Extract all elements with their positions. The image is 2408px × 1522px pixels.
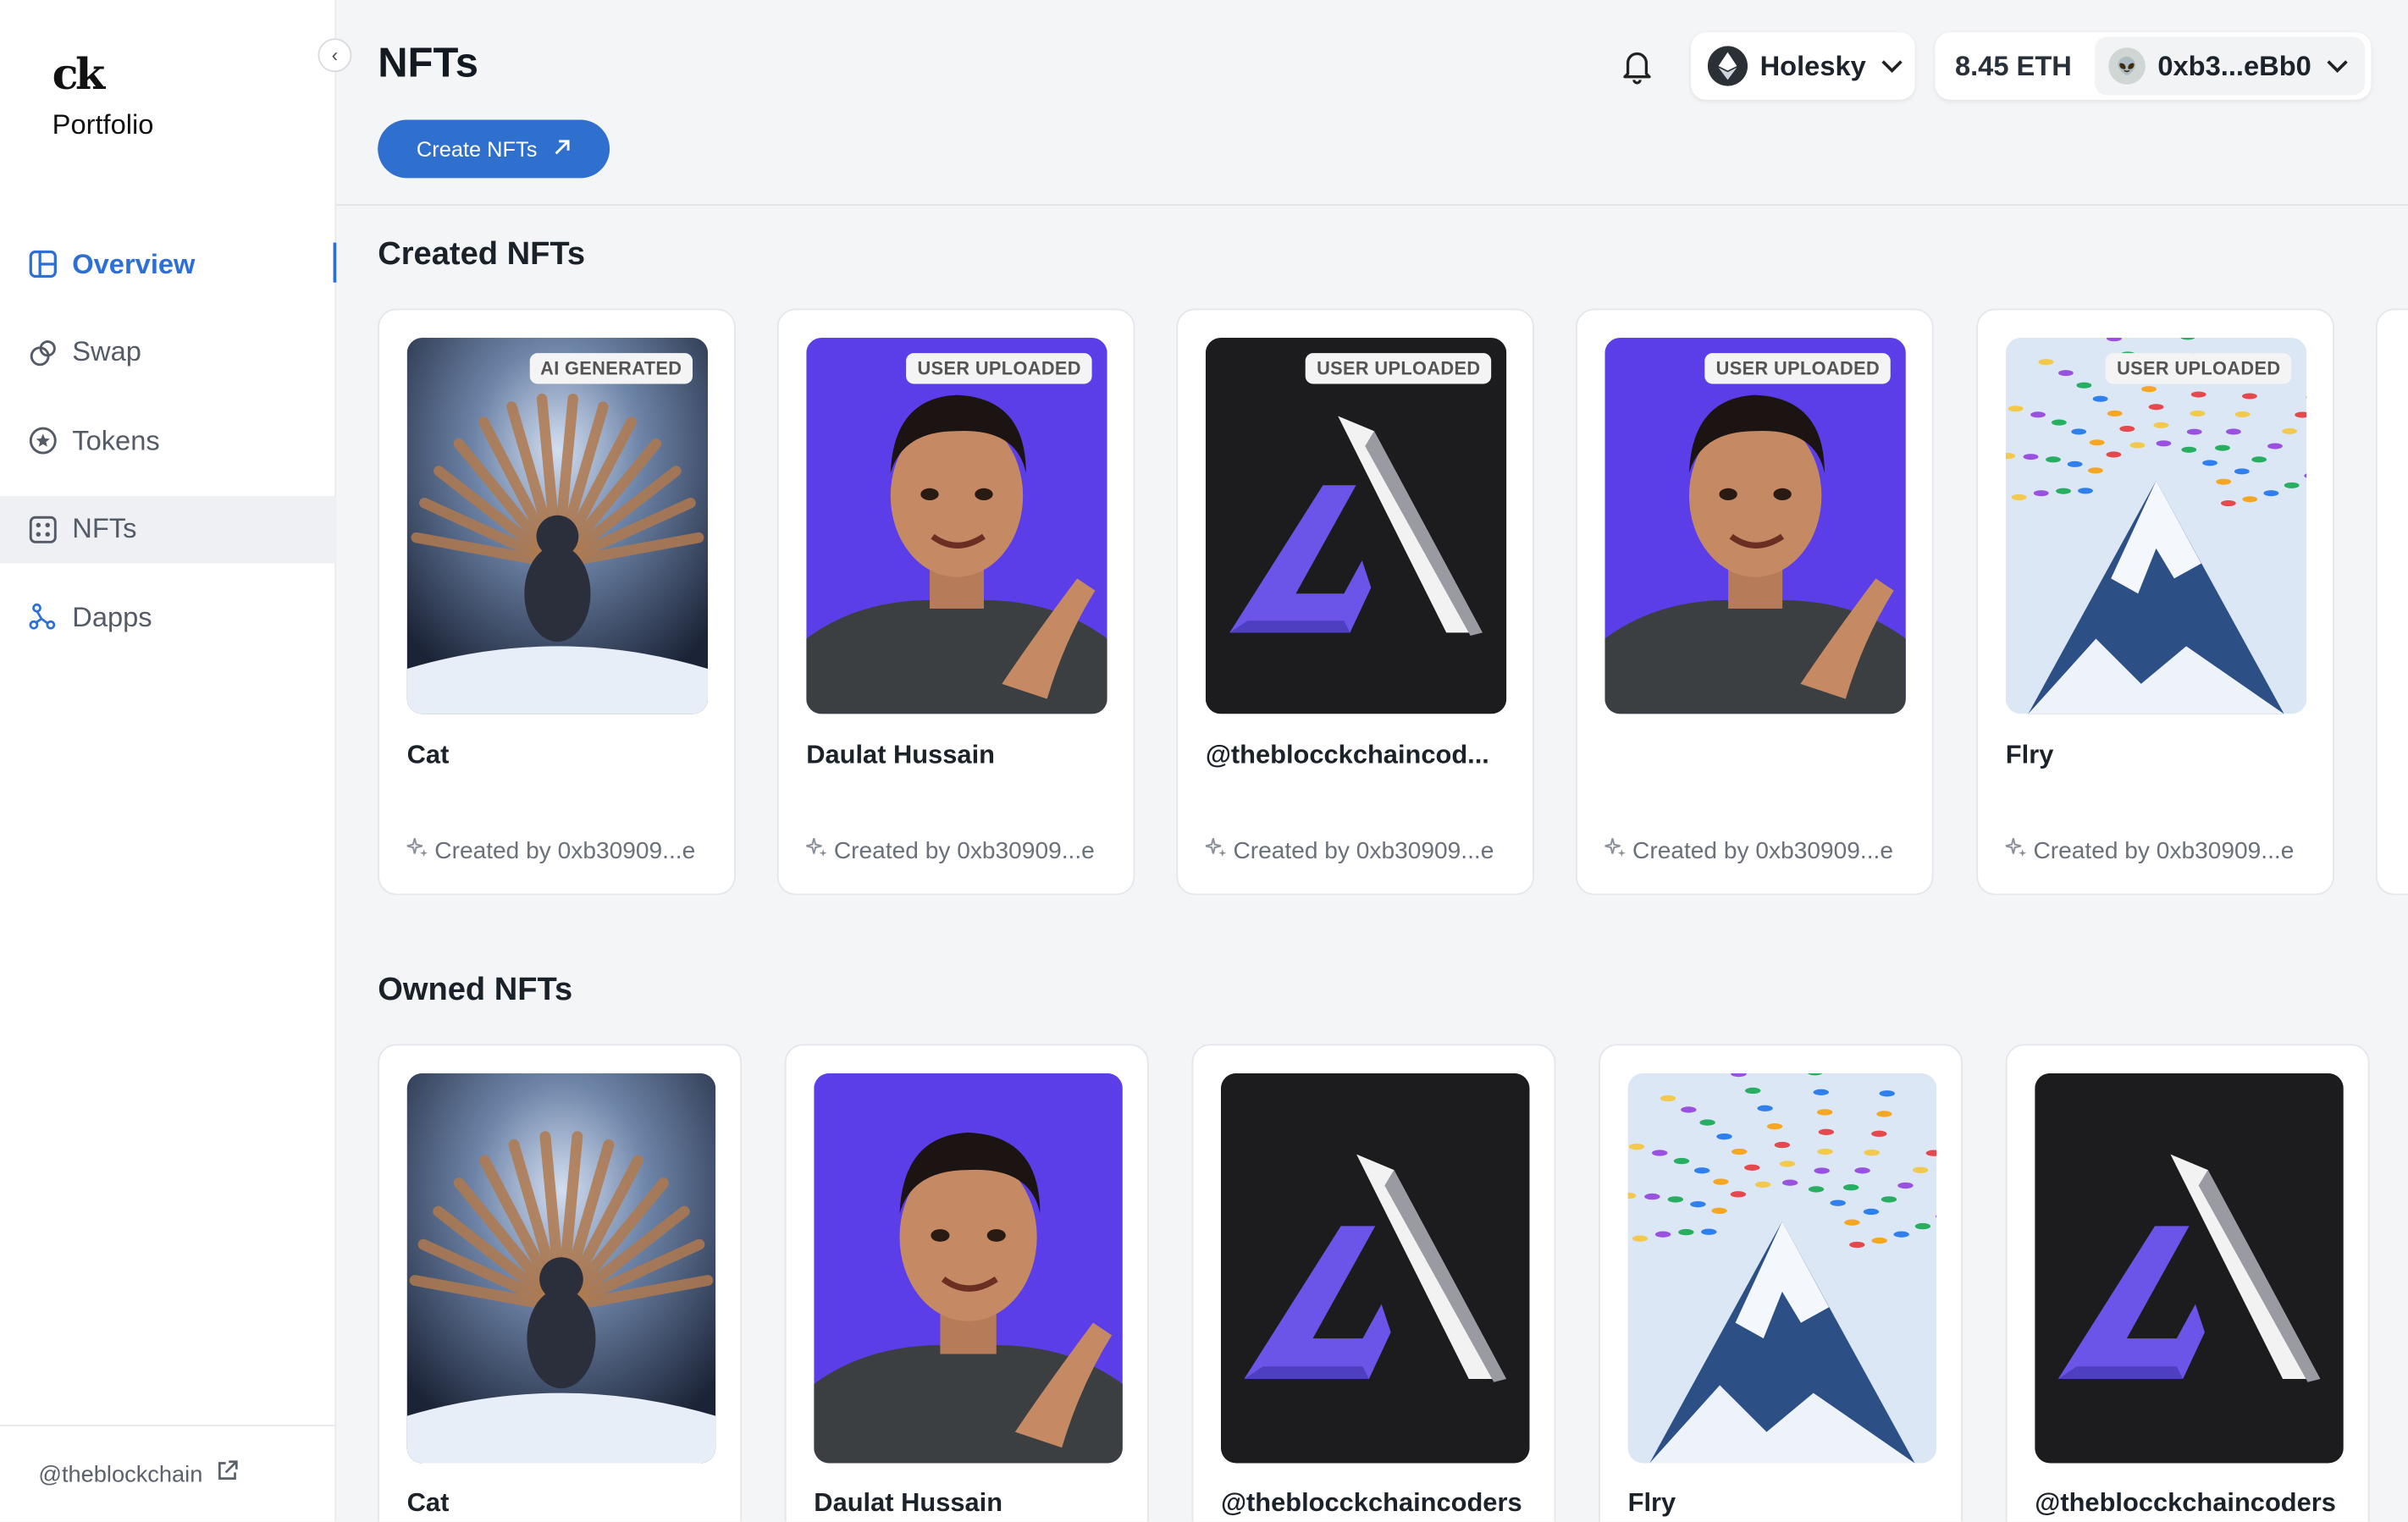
ethereum-icon (1707, 46, 1748, 86)
created-nfts-title: Created NFTs (378, 236, 586, 273)
creator-text: Created by 0xb30909...e (2033, 837, 2295, 864)
source-badge: USER UPLOADED (906, 353, 1092, 384)
nft-creator: Created by 0xb30909...e (1205, 837, 1494, 866)
nft-name: Daulat Hussain (814, 1487, 1003, 1518)
source-badge: USER UPLOADED (2106, 353, 2292, 384)
chevron-down-icon (2327, 54, 2348, 77)
nft-image (1220, 1073, 1530, 1464)
sidebar: ck Portfolio Overview Swap Tokens NFTs D… (0, 0, 337, 1522)
logo: ck (52, 49, 106, 100)
source-badge: USER UPLOADED (1704, 353, 1891, 384)
nft-image (1627, 1073, 1937, 1464)
owned-nfts-title: Owned NFTs (378, 972, 573, 1007)
nft-name: @theblocckchaincoders (1220, 1487, 1522, 1518)
created-nft-card[interactable]: USER UPLOADED Daulat Hussain Created by 0x… (776, 308, 1135, 896)
wallet-address: 0xb3...eBb0 (2157, 49, 2311, 81)
created-nft-card-partial[interactable] (2375, 308, 2408, 896)
sidebar-item-label: Dapps (72, 601, 152, 632)
nft-image: AI GENERATED (406, 338, 709, 714)
sidebar-item-overview[interactable]: Overview (0, 230, 337, 298)
nft-creator: Created by 0xb30909...e (2005, 837, 2295, 866)
sparkle-icon (805, 837, 827, 866)
sidebar-item-label: Tokens (72, 424, 160, 455)
nft-image (406, 1073, 716, 1464)
nft-image (2035, 1073, 2344, 1464)
created-nft-card[interactable]: USER UPLOADED @theblocckchaincod... Create… (1176, 308, 1534, 896)
footer-link-label: @theblockchain (38, 1460, 203, 1487)
swap-icon (26, 335, 60, 369)
created-nft-card[interactable]: AI GENERATED Cat Created by 0xb30909...e (378, 308, 736, 896)
sidebar-nav: Overview Swap Tokens NFTs Dapps (0, 230, 337, 671)
wallet-pill: 8.45 ETH 👽 0xb3...eBb0 (1935, 32, 2372, 100)
nft-image: USER UPLOADED (1205, 338, 1507, 714)
nft-image: USER UPLOADED (2005, 338, 2307, 714)
sparkle-icon (406, 837, 428, 866)
collapse-sidebar-button[interactable]: ‹ (318, 38, 352, 73)
nft-name: Daulat Hussain (806, 740, 995, 769)
page-title: NFTs (378, 40, 478, 86)
sidebar-item-tokens[interactable]: Tokens (0, 407, 336, 475)
source-badge: USER UPLOADED (1306, 353, 1492, 384)
wallet-balance: 8.45 ETH (1954, 49, 2072, 81)
external-link-icon (215, 1459, 240, 1489)
sidebar-item-label: NFTs (72, 512, 137, 544)
owned-nft-card[interactable]: Cat (378, 1044, 743, 1522)
nft-image: USER UPLOADED (806, 338, 1107, 714)
owned-nft-card[interactable]: Flry (1599, 1044, 1963, 1522)
owned-nft-card[interactable]: Daulat Hussain (784, 1044, 1149, 1522)
nft-creator: Created by 0xb30909...e (1604, 837, 1893, 866)
arrow-up-right-icon (553, 136, 572, 161)
nft-image: USER UPLOADED (1604, 338, 1906, 714)
account-selector[interactable]: 👽 0xb3...eBb0 (2094, 36, 2366, 96)
creator-text: Created by 0xb30909...e (833, 837, 1095, 864)
footer-link[interactable]: @theblockchain (0, 1425, 337, 1521)
sidebar-item-label: Overview (72, 247, 196, 279)
sparkle-icon (1205, 837, 1227, 866)
layout-icon (26, 247, 60, 281)
created-nft-card[interactable]: USER UPLOADED Created by 0xb30909...e (1575, 308, 1934, 896)
nft-name: Cat (406, 740, 450, 769)
sidebar-item-nfts[interactable]: NFTs (0, 494, 337, 563)
sidebar-item-label: Swap (72, 336, 141, 367)
nft-name: @theblocckchaincod... (1205, 740, 1489, 769)
creator-text: Created by 0xb30909...e (434, 837, 696, 864)
sidebar-item-swap[interactable]: Swap (0, 318, 336, 386)
bell-icon[interactable] (1619, 46, 1656, 85)
logo-subtitle: Portfolio (52, 108, 154, 141)
grid-icon (26, 512, 60, 546)
created-nft-card[interactable]: USER UPLOADED Flry Created by 0xb30909...e (1976, 308, 2334, 896)
create-nfts-button[interactable]: Create NFTs (378, 119, 610, 179)
nft-creator: Created by 0xb30909...e (406, 837, 696, 866)
nft-image (814, 1073, 1123, 1464)
token-icon (26, 424, 60, 458)
owned-nft-card[interactable]: @theblocckchaincoders (1191, 1044, 1556, 1522)
chevron-down-icon (1881, 54, 1903, 77)
sparkle-icon (1604, 837, 1626, 866)
sparkle-icon (2005, 837, 2027, 866)
nft-name: Flry (1627, 1487, 1676, 1518)
owned-nft-card[interactable]: @theblocckchaincoders (2005, 1044, 2370, 1522)
create-nfts-label: Create NFTs (416, 136, 538, 162)
network-icon (26, 600, 60, 634)
source-badge: AI GENERATED (529, 353, 693, 384)
header: NFTs Create NFTs Holesky 8.45 ETH 👽 0xb3… (336, 0, 2408, 207)
creator-text: Created by 0xb30909...e (1233, 837, 1494, 864)
chevron-left-icon: ‹ (331, 44, 339, 66)
creator-text: Created by 0xb30909...e (1632, 837, 1893, 864)
nft-name: Flry (2005, 740, 2054, 769)
nft-name: Cat (406, 1487, 450, 1518)
network-name: Holesky (1759, 49, 1866, 81)
nft-creator: Created by 0xb30909...e (805, 837, 1095, 866)
sidebar-item-dapps[interactable]: Dapps (0, 583, 336, 651)
network-selector[interactable]: Holesky (1690, 32, 1915, 100)
avatar: 👽 (2108, 47, 2146, 85)
nft-name: @theblocckchaincoders (2035, 1487, 2336, 1518)
